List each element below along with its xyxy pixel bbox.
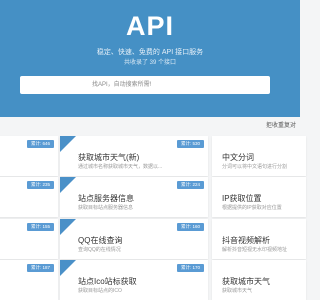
card-description: 获取目标站点服务器信息	[78, 205, 134, 211]
api-card[interactable]: 累计: 187	[0, 260, 58, 300]
api-card-ip-location[interactable]: IP获取位置 根据提供的IP获取对应位置	[212, 177, 306, 217]
usage-badge: 累计: 224	[176, 181, 204, 189]
card-title: IP获取位置	[222, 194, 262, 203]
corner-ribbon-icon	[60, 136, 76, 152]
api-card-weather-new[interactable]: 累计: 530 获取城市天气(新) 通过城市名称获取城市天气，数据以...	[60, 136, 208, 176]
card-title: 站点Ico站标获取	[78, 277, 137, 286]
api-card[interactable]: 累计: 155	[0, 219, 58, 259]
api-card-server-info[interactable]: 累计: 224 站点服务器信息 获取目标站点服务器信息	[60, 177, 208, 217]
usage-badge: 累计: 187	[26, 264, 54, 272]
api-card[interactable]: 累计: 646	[0, 136, 58, 176]
notice-link[interactable]: 拒收重复对	[266, 120, 296, 129]
api-count: 共收录了 39 个接口	[123, 60, 176, 66]
card-title: 中文分词	[222, 153, 254, 162]
usage-badge: 累计: 170	[176, 264, 204, 272]
card-description: 获取城市天气	[222, 288, 253, 294]
card-description: 分词可以将中文语句进行分割	[222, 164, 288, 170]
header-banner: API 稳定、快速、免费的 API 接口服务 共收录了 39 个接口	[0, 0, 300, 117]
usage-badge: 累计: 646	[26, 140, 54, 148]
api-card-word-segmentation[interactable]: 中文分词 分词可以将中文语句进行分割	[212, 136, 306, 176]
card-description: 获取目标站点的ICO	[78, 288, 122, 294]
page-subtitle: 稳定、快速、免费的 API 接口服务	[96, 49, 204, 56]
api-card-douyin-parse[interactable]: 抖音视频解析 解析抖音短视无水印视频地址	[212, 219, 306, 259]
corner-ribbon-icon	[60, 177, 76, 193]
card-title: 站点服务器信息	[78, 194, 134, 203]
page-title: API	[125, 11, 174, 41]
card-title: QQ在线查询	[78, 236, 123, 245]
card-title: 抖音视频解析	[222, 236, 270, 245]
card-description: 通过城市名称获取城市天气，数据以...	[78, 164, 163, 170]
card-title: 获取城市天气(新)	[78, 153, 140, 162]
card-description: 查询QQ的在线情况	[78, 247, 121, 253]
api-card[interactable]: 累计: 235	[0, 177, 58, 217]
usage-badge: 累计: 160	[176, 223, 204, 231]
card-description: 解析抖音短视无水印视频地址	[222, 247, 288, 253]
usage-badge: 累计: 530	[176, 140, 204, 148]
search-input[interactable]	[20, 76, 270, 94]
usage-badge: 累计: 235	[26, 181, 54, 189]
corner-ribbon-icon	[60, 260, 76, 276]
api-card-site-ico[interactable]: 累计: 170 站点Ico站标获取 获取目标站点的ICO	[60, 260, 208, 300]
usage-badge: 累计: 155	[26, 223, 54, 231]
api-card-qq-online[interactable]: 累计: 160 QQ在线查询 查询QQ的在线情况	[60, 219, 208, 259]
card-title: 获取城市天气	[222, 277, 270, 286]
corner-ribbon-icon	[60, 219, 76, 235]
api-card-city-weather[interactable]: 获取城市天气 获取城市天气	[212, 260, 306, 300]
card-description: 根据提供的IP获取对应位置	[222, 205, 282, 211]
